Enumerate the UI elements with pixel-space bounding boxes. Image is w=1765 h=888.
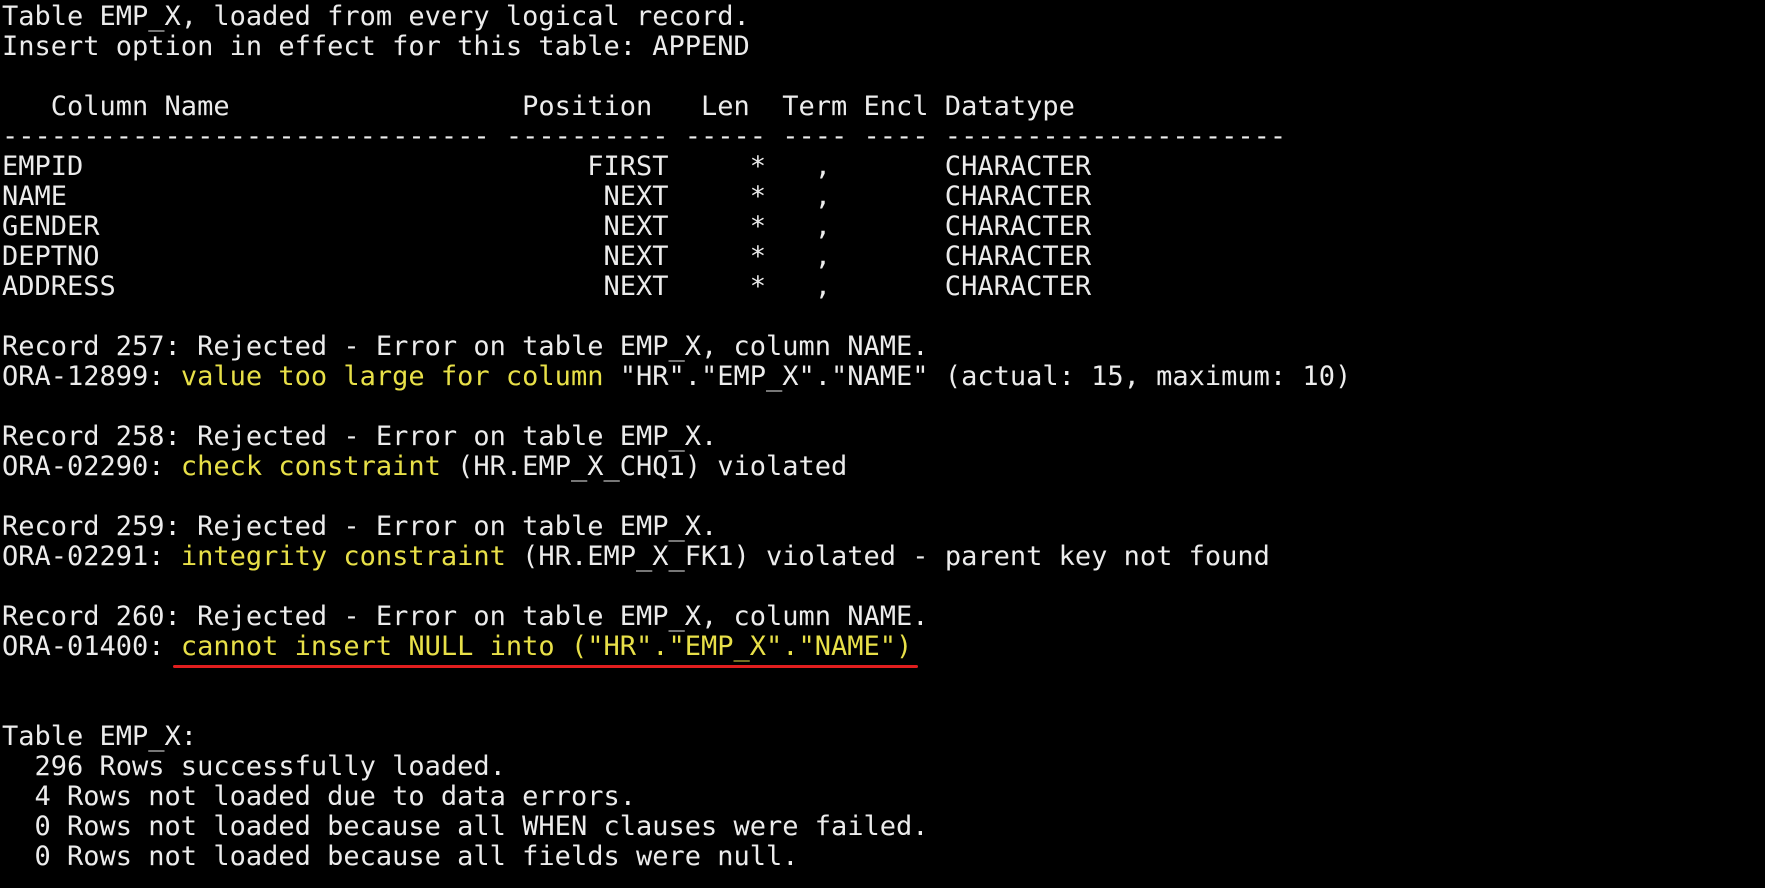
summary-line-fields-null: 0 Rows not loaded because all fields wer…	[2, 841, 799, 872]
red-underline-annotation	[172, 665, 919, 668]
column-row-gender: GENDER NEXT * , CHARACTER	[2, 211, 1092, 242]
error-message-highlight: value too large for column	[180, 361, 604, 392]
error-detail: "HR"."EMP_X"."NAME" (actual: 15, maximum…	[603, 361, 1352, 392]
error-message-highlight: cannot insert NULL into ("HR"."EMP_X"."N…	[180, 631, 913, 662]
summary-line-loaded: 296 Rows successfully loaded.	[2, 751, 506, 782]
summary-line-data-errors: 4 Rows not loaded due to data errors.	[2, 781, 636, 812]
column-row-name: NAME NEXT * , CHARACTER	[2, 181, 1092, 212]
error-detail: (HR.EMP_X_CHQ1) violated	[440, 451, 848, 482]
record-260-line: Record 260: Rejected - Error on table EM…	[2, 601, 929, 632]
column-row-address: ADDRESS NEXT * , CHARACTER	[2, 271, 1092, 302]
error-code: ORA-01400:	[2, 631, 181, 662]
record-259-line: Record 259: Rejected - Error on table EM…	[2, 511, 718, 542]
column-row-empid: EMPID FIRST * , CHARACTER	[2, 151, 1092, 182]
ora-02291-line: ORA-02291: integrity constraint (HR.EMP_…	[2, 542, 1762, 572]
summary-title: Table EMP_X:	[2, 721, 198, 752]
summary-line-when-failed: 0 Rows not loaded because all WHEN claus…	[2, 811, 929, 842]
columns-header-rule: ------------------------------ ---------…	[2, 121, 1287, 152]
underlined-error-message: cannot insert NULL into ("HR"."EMP_X"."N…	[172, 631, 919, 668]
ora-01400-line: ORA-01400: cannot insert NULL into ("HR"…	[2, 631, 1762, 668]
error-code: ORA-02290:	[2, 451, 181, 482]
error-code: ORA-02291:	[2, 541, 181, 572]
insert-option-line: Insert option in effect for this table: …	[2, 31, 750, 62]
error-message-highlight: check constraint	[180, 451, 441, 482]
error-code: ORA-12899:	[2, 361, 181, 392]
record-258-line: Record 258: Rejected - Error on table EM…	[2, 421, 718, 452]
error-message-highlight: integrity constraint	[180, 541, 506, 572]
terminal-output[interactable]: Table EMP_X, loaded from every logical r…	[2, 2, 1762, 886]
ora-02290-line: ORA-02290: check constraint (HR.EMP_X_CH…	[2, 452, 1762, 482]
table-load-info-line: Table EMP_X, loaded from every logical r…	[2, 1, 750, 32]
ora-12899-line: ORA-12899: value too large for column "H…	[2, 362, 1762, 392]
columns-header-line: Column Name Position Len Term Encl Datat…	[2, 91, 1075, 122]
record-257-line: Record 257: Rejected - Error on table EM…	[2, 331, 929, 362]
error-detail: (HR.EMP_X_FK1) violated - parent key not…	[505, 541, 1270, 572]
column-row-deptno: DEPTNO NEXT * , CHARACTER	[2, 241, 1092, 272]
